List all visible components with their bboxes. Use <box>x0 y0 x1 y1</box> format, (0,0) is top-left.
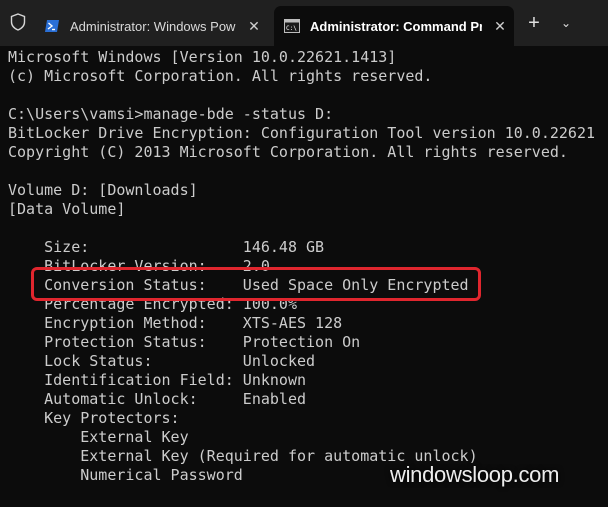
terminal-line: Key Protectors: <box>8 409 180 427</box>
close-icon[interactable]: ✕ <box>490 18 510 35</box>
new-tab-button[interactable]: + <box>520 9 548 37</box>
terminal-line: External Key <box>8 428 189 446</box>
tab-title: Administrator: Command Pro <box>310 18 482 34</box>
terminal-line: Lock Status: Unlocked <box>8 352 316 370</box>
watermark-logo: windowsloop.com <box>390 462 560 487</box>
command-prompt-icon: C:\ <box>284 18 300 34</box>
terminal-line: Microsoft Windows [Version 10.0.22621.14… <box>8 48 397 66</box>
shield-icon[interactable] <box>9 13 27 31</box>
terminal-line: Numerical Password <box>8 466 243 484</box>
tab-windows-powershell[interactable]: Administrator: Windows Power ✕ <box>36 6 268 46</box>
terminal-line: C:\Users\vamsi>manage-bde -status D: <box>8 105 334 123</box>
terminal-line: [Data Volume] <box>8 200 126 218</box>
terminal-output[interactable]: Microsoft Windows [Version 10.0.22621.14… <box>0 46 608 507</box>
conversion-status-highlight <box>31 267 481 301</box>
close-icon[interactable]: ✕ <box>244 18 264 35</box>
terminal-line: Size: 146.48 GB <box>8 238 325 256</box>
terminal-line: Protection Status: Protection On <box>8 333 361 351</box>
chevron-down-icon[interactable]: ⌄ <box>552 9 580 37</box>
svg-text:C:\: C:\ <box>286 25 297 32</box>
tab-command-prompt[interactable]: C:\ Administrator: Command Pro ✕ <box>274 6 514 46</box>
terminal-line: Automatic Unlock: Enabled <box>8 390 307 408</box>
terminal-line: Volume D: [Downloads] <box>8 181 198 199</box>
terminal-line: (c) Microsoft Corporation. All rights re… <box>8 67 433 85</box>
tab-bar: Administrator: Windows Power ✕ C:\ Admin… <box>0 0 608 46</box>
tab-title: Administrator: Windows Power <box>70 18 236 34</box>
terminal-line: BitLocker Drive Encryption: Configuratio… <box>8 124 595 142</box>
terminal-line: Encryption Method: XTS-AES 128 <box>8 314 343 332</box>
terminal-line: Identification Field: Unknown <box>8 371 307 389</box>
terminal-line: Copyright (C) 2013 Microsoft Corporation… <box>8 143 568 161</box>
powershell-icon <box>44 18 60 34</box>
